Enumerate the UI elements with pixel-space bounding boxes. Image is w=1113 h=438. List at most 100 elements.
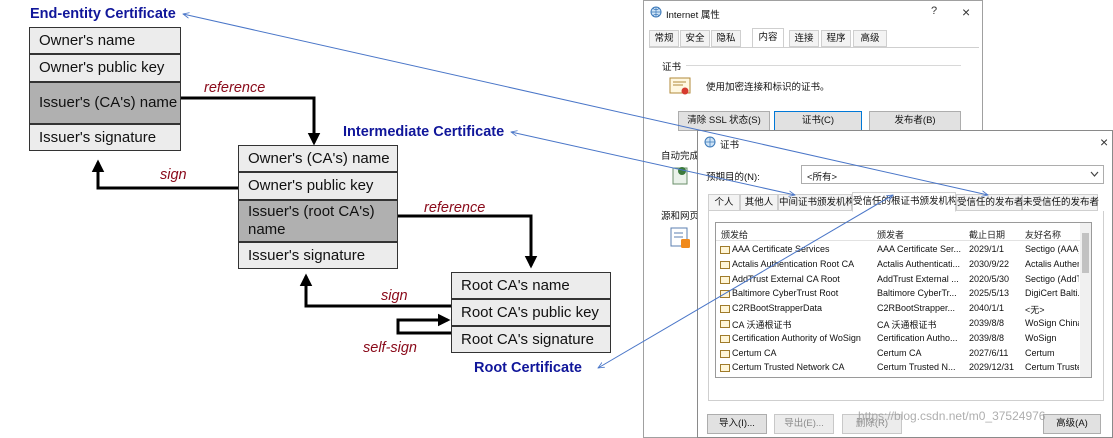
certificate-row-icon [720, 349, 730, 358]
table-row[interactable]: C2RBootStrapperData C2RBootStrapper... 204… [718, 302, 1080, 317]
cell-issued-to: Certum Trusted Network CA [732, 362, 845, 373]
tab-general[interactable]: 常规 [649, 30, 679, 47]
cell-friendly-name: <无> [1025, 305, 1045, 316]
certificates-button[interactable]: 证书(C) [774, 111, 862, 131]
tab-other-people[interactable]: 其他人 [740, 194, 778, 211]
certificate-row-icon [720, 320, 730, 328]
tab-personal[interactable]: 个人 [708, 194, 740, 211]
intermediate-title: Intermediate Certificate [343, 124, 505, 140]
table-row[interactable]: AAA Certificate Services AAA Certificate … [718, 243, 1080, 258]
table-row[interactable]: Certum CA Certum CA 2027/6/11 Certum [718, 347, 1080, 362]
tab-privacy[interactable]: 隐私 [711, 30, 741, 47]
tab-programs[interactable]: 程序 [821, 30, 851, 47]
self-sign-arrow [396, 313, 451, 335]
tab-content[interactable]: 内容 [752, 28, 784, 48]
end-issuer-signature: Issuer's signature [29, 124, 181, 151]
table-row[interactable]: Actalis Authentication Root CA Actalis Au… [718, 258, 1080, 273]
cell-expiration: 2020/5/30 [969, 273, 1010, 284]
cell-issued-by: Certum Trusted N... [877, 362, 956, 373]
cell-issued-by: CA 沃通根证书 [877, 320, 937, 330]
certificate-row-icon [720, 290, 730, 299]
close-button[interactable]: × [962, 4, 970, 20]
help-button[interactable]: ? [931, 5, 937, 17]
certificate-row-icon [720, 275, 730, 284]
cell-issued-by: Certification Autho... [877, 332, 958, 343]
end-owner-public-key: Owner's public key [29, 54, 181, 82]
end-issuer-name: Issuer's (CA's) name [29, 82, 181, 124]
intermediate-certificate: Owner's (CA's) name Owner's public key I… [238, 145, 398, 269]
cell-issued-to: AAA Certificate Services [732, 244, 830, 254]
end-owner-name: Owner's name [29, 27, 181, 54]
purpose-select[interactable]: <所有> [801, 165, 1104, 184]
sign-label-2: sign [381, 288, 408, 304]
reference-arrow-2 [398, 214, 538, 269]
cell-expiration: 2039/8/8 [969, 318, 1005, 328]
int-owner-name: Owner's (CA's) name [238, 145, 398, 172]
end-entity-certificate: Owner's name Owner's public key Issuer's… [29, 27, 181, 151]
list-header-divider [716, 240, 1080, 241]
int-issuer-signature: Issuer's signature [238, 242, 398, 269]
advanced-button[interactable]: 高级(A) [1043, 414, 1101, 434]
import-button[interactable]: 导入(I)... [707, 414, 767, 434]
tab-security[interactable]: 安全 [680, 30, 710, 47]
certificates-close-button[interactable]: × [1100, 134, 1108, 150]
cell-expiration: 2039/8/8 [969, 332, 1005, 343]
tab-advanced[interactable]: 高级 [853, 30, 887, 47]
root-ca-name: Root CA's name [451, 272, 611, 299]
table-row[interactable]: AddTrust External CA Root AddTrust Extern… [718, 273, 1080, 288]
list-scrollbar[interactable] [1080, 223, 1091, 377]
sign-arrow-2 [299, 273, 451, 308]
table-row[interactable]: CA 沃通根证书 CA 沃通根证书 2039/8/8 WoSign China [718, 317, 1080, 332]
tab-untrusted-publishers[interactable]: 未受信任的发布者 [1022, 194, 1099, 211]
certificate-row-icon [720, 260, 730, 269]
autocomplete-title: 自动完成 [661, 151, 700, 162]
chevron-down-icon [1090, 171, 1099, 177]
cell-issued-to: Certification Authority of WoSign [732, 332, 861, 343]
cell-friendly-name: Sectigo (AddT [1025, 273, 1079, 284]
end-entity-title: End-entity Certificate [30, 6, 176, 22]
cell-issued-to: C2RBootStrapperData [732, 303, 823, 314]
cell-issued-by: AddTrust External ... [877, 273, 959, 284]
self-sign-label: self-sign [363, 340, 417, 356]
cell-expiration: 2027/6/11 [969, 347, 1009, 358]
root-title: Root Certificate [474, 360, 582, 376]
cell-issued-to: Actalis Authentication Root CA [732, 258, 855, 269]
cell-expiration: 2040/1/1 [969, 303, 1005, 314]
cell-friendly-name: WoSign [1025, 332, 1057, 343]
cell-expiration: 2029/12/31 [969, 362, 1015, 373]
scrollbar-thumb[interactable] [1082, 233, 1089, 273]
clear-ssl-button[interactable]: 清除 SSL 状态(S) [678, 111, 770, 131]
cell-expiration: 2025/5/13 [969, 288, 1010, 299]
certificate-title-icon [704, 136, 716, 148]
cell-friendly-name: Certum Truste [1025, 362, 1079, 373]
certificate-row-icon [720, 364, 730, 373]
publishers-button[interactable]: 发布者(B) [869, 111, 961, 131]
certificate-row-icon [720, 305, 730, 314]
tab-trusted-root-ca[interactable]: 受信任的根证书颁发机构 [852, 192, 958, 212]
table-row[interactable]: Baltimore CyberTrust Root Baltimore Cyber… [718, 287, 1080, 302]
tab-intermediate-ca[interactable]: 中间证书颁发机构 [778, 194, 855, 211]
tab-connections[interactable]: 连接 [789, 30, 819, 47]
export-button[interactable]: 导出(E)... [774, 414, 834, 434]
cell-issued-to: AddTrust External CA Root [732, 273, 840, 284]
reference-label-1: reference [204, 80, 266, 96]
cell-issued-to: Baltimore CyberTrust Root [732, 288, 839, 299]
cell-friendly-name: Sectigo (AAA) [1025, 244, 1079, 254]
purpose-value: <所有> [807, 172, 838, 183]
autocomplete-icon [672, 167, 688, 185]
root-certificate: Root CA's name Root CA's public key Root… [451, 272, 611, 353]
internet-window-title: Internet 属性 [666, 10, 720, 21]
table-row[interactable]: Certification Authority of WoSign Certifi… [718, 332, 1080, 347]
table-row[interactable]: Certum Trusted Network CA Certum Trusted … [718, 361, 1080, 376]
root-ca-signature: Root CA's signature [451, 326, 611, 353]
certificate-row-icon [720, 246, 730, 254]
cell-issued-to: CA 沃通根证书 [732, 320, 792, 330]
globe-icon [650, 6, 662, 18]
tab-trusted-publishers[interactable]: 受信任的发布者 [956, 194, 1024, 211]
cell-issued-to: Certum CA [732, 347, 777, 358]
certificates-titlebar[interactable] [698, 131, 1112, 153]
purpose-label: 预期目的(N): [706, 172, 760, 183]
cell-issued-by: AAA Certificate Ser... [877, 244, 962, 254]
root-ca-public-key: Root CA's public key [451, 299, 611, 326]
cell-expiration: 2029/1/1 [969, 244, 1005, 254]
